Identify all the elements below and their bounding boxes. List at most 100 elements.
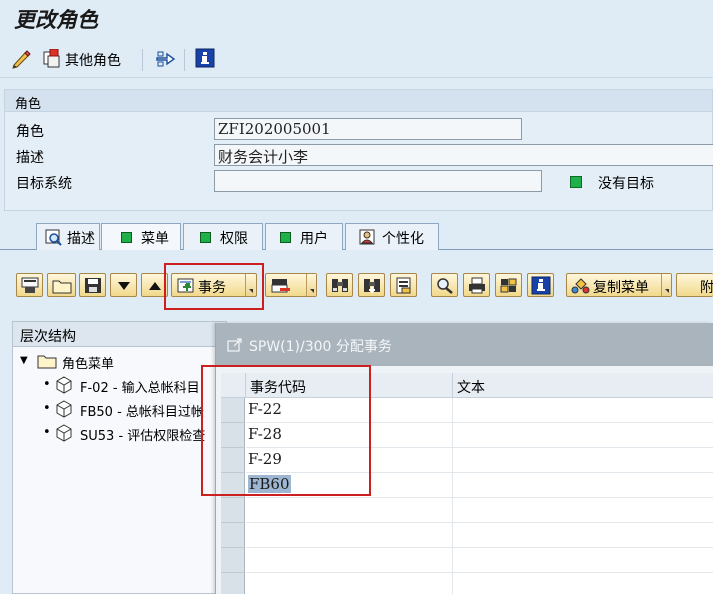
other-roles-button[interactable]: 其他角色 (40, 46, 128, 72)
tree-root-label: 角色菜单 (62, 357, 115, 372)
bullet: • (43, 401, 51, 416)
delete-node-icon (271, 279, 290, 293)
tab-description-label: 描述 (67, 231, 95, 247)
other-view-button[interactable] (390, 273, 417, 297)
binoculars-plus-icon (364, 279, 380, 293)
info-icon[interactable] (195, 48, 215, 68)
folder-icon (52, 280, 72, 294)
expand-arrow-icon[interactable]: ▼ (20, 355, 28, 366)
display-tree-button[interactable] (16, 273, 43, 297)
row-selector[interactable] (221, 523, 245, 548)
transaction-text-cell[interactable] (453, 498, 713, 523)
role-menu-tree: 层次结构 ▼ 角色菜单 • F-02 - 输入总帐科目 • FB50 - 总帐科… (12, 321, 227, 594)
copy-menu-button[interactable]: 复制菜单 (566, 273, 672, 297)
transaction-text-cell[interactable] (453, 473, 713, 498)
transport-arrows-icon[interactable] (155, 49, 177, 69)
binoculars-icon (332, 279, 348, 292)
page-title: 更改角色 (14, 7, 98, 32)
toolbar-divider (142, 49, 143, 71)
description-label: 描述 (16, 150, 44, 166)
transaction-text-cell[interactable] (453, 548, 713, 573)
role-switch-icon (43, 49, 60, 68)
info-button[interactable] (527, 273, 554, 297)
transaction-text-cell[interactable] (453, 448, 713, 473)
transaction-text-cell[interactable] (453, 573, 713, 594)
tab-menu[interactable]: 菜单 (101, 223, 181, 251)
title-bar: 更改角色 (0, 0, 713, 38)
target-system-label: 目标系统 (16, 176, 72, 192)
tab-personalization[interactable]: 个性化 (345, 223, 439, 250)
row-selector[interactable] (221, 573, 245, 594)
tab-users[interactable]: 用户 (265, 223, 343, 250)
transaction-text-cell[interactable] (453, 523, 713, 548)
attach-label: 附 (700, 280, 713, 296)
tab-authorizations-label: 权限 (220, 231, 248, 247)
bullet: • (43, 425, 51, 440)
info-icon (531, 276, 551, 295)
transaction-code-cell[interactable] (246, 498, 453, 523)
transaction-text-cell[interactable] (453, 423, 713, 448)
no-target-label: 没有目标 (598, 176, 654, 192)
dialog-title: SPW(1)/300 分配事务 (249, 339, 392, 355)
description-field[interactable]: 财务会计小李 (214, 144, 713, 166)
folder-icon (37, 355, 57, 369)
triangle-down-icon (118, 282, 130, 290)
zoom-button[interactable] (431, 273, 458, 297)
toolbar-divider (184, 49, 185, 71)
tree-header-label: 层次结构 (20, 329, 76, 345)
transaction-cube-icon (56, 376, 72, 394)
transaction-text-cell[interactable] (453, 398, 713, 423)
transaction-code-cell[interactable] (246, 548, 453, 573)
green-status-icon (280, 232, 291, 243)
status-green-indicator (570, 176, 582, 188)
delete-node-button[interactable] (265, 273, 317, 297)
transaction-cube-icon (56, 400, 72, 418)
find-button[interactable] (326, 273, 353, 297)
application-toolbar: 其他角色 (0, 40, 713, 78)
printer-icon (469, 277, 485, 294)
highlight-box-transaction-codes (201, 365, 371, 496)
dialog-window-icon (227, 338, 242, 352)
dialog-header: SPW(1)/300 分配事务 (216, 323, 713, 366)
other-roles-label: 其他角色 (65, 53, 121, 69)
tab-users-label: 用户 (300, 231, 328, 247)
layout-button[interactable] (495, 273, 522, 297)
copy-menu-dropdown-arrow[interactable] (661, 274, 671, 296)
folder-button[interactable] (47, 273, 76, 297)
role-group: 角色 角色 ZFI202005001 描述 财务会计小李 目标系统 没有目标 (4, 89, 713, 211)
green-status-icon (121, 232, 132, 243)
delete-node-dropdown-arrow[interactable] (306, 274, 316, 296)
row-selector[interactable] (221, 498, 245, 523)
role-label: 角色 (16, 124, 44, 140)
bullet: • (43, 377, 51, 392)
tree-header: 层次结构 (13, 322, 226, 347)
role-group-title: 角色 (15, 97, 42, 112)
tab-menu-label: 菜单 (141, 231, 169, 247)
tree-node-label: SU53 - 评估权限检查 (80, 429, 206, 444)
highlight-box-transaction-button (164, 263, 264, 310)
triangle-up-icon (149, 282, 161, 290)
copy-menu-label: 复制菜单 (593, 280, 649, 296)
print-button[interactable] (463, 273, 490, 297)
tab-authorizations[interactable]: 权限 (183, 223, 263, 250)
save-disk-icon (85, 278, 101, 293)
tree-node-label: FB50 - 总帐科目过帐 (80, 405, 204, 420)
save-button[interactable] (79, 273, 106, 297)
magnifier-icon (437, 278, 453, 294)
transaction-code-cell[interactable] (246, 573, 453, 594)
tab-description[interactable]: 描述 (36, 223, 100, 250)
edit-pencil-icon[interactable] (11, 49, 33, 69)
attach-button[interactable]: 附 (676, 273, 713, 297)
find-next-button[interactable] (358, 273, 385, 297)
transaction-code-cell[interactable] (246, 523, 453, 548)
column-header-text[interactable]: 文本 (453, 373, 713, 398)
tree-view-icon (21, 277, 39, 293)
document-link-icon (396, 277, 411, 294)
target-system-field[interactable] (214, 170, 542, 192)
tab-personalization-label: 个性化 (382, 231, 424, 247)
row-selector[interactable] (221, 548, 245, 573)
layout-grid-icon (500, 278, 517, 293)
move-down-button[interactable] (110, 273, 137, 297)
role-field[interactable]: ZFI202005001 (214, 118, 522, 140)
green-status-icon (200, 232, 211, 243)
